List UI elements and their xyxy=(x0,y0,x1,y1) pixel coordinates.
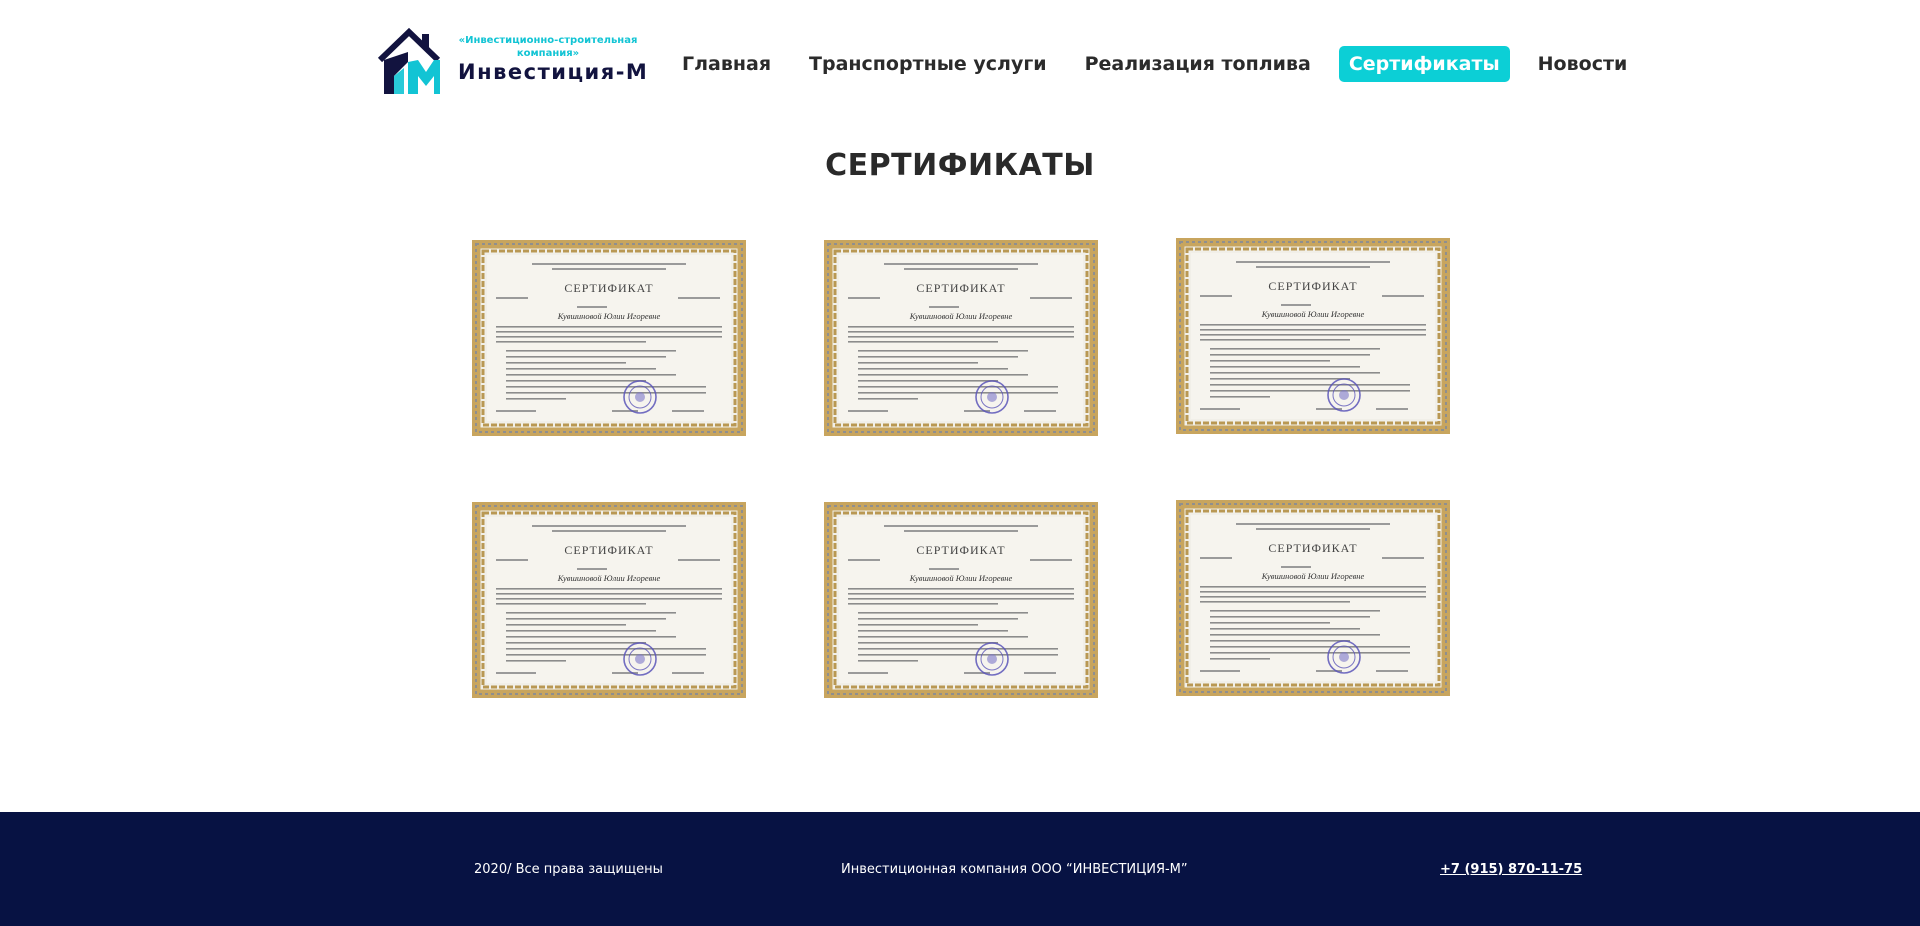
certificate-picture: СЕРТИФИКАТ Кувшиновой Юлии Игоревне xyxy=(472,240,746,436)
logo-subtitle: «Инвестиционно-строительная компания» xyxy=(458,35,638,59)
certificate-picture: СЕРТИФИКАТ Кувшиновой Юлии Игоревне xyxy=(824,240,1098,436)
certificate-heading: СЕРТИФИКАТ xyxy=(1268,541,1357,555)
site-header: «Инвестиционно-строительная компания» Ин… xyxy=(0,0,1920,110)
nav-item-fuel[interactable]: Реализация топлива xyxy=(1075,46,1321,82)
certificate-image[interactable]: СЕРТИФИКАТ Кувшиновой Юлии Игоревне xyxy=(824,240,1098,436)
certificate-image[interactable]: СЕРТИФИКАТ Кувшиновой Юлии Игоревне xyxy=(1176,500,1450,696)
certificate-image[interactable]: СЕРТИФИКАТ Кувшиновой Юлии Игоревне xyxy=(472,502,746,698)
certificate-holder-name: Кувшиновой Юлии Игоревне xyxy=(557,311,661,321)
certificate-holder-name: Кувшиновой Юлии Игоревне xyxy=(1261,571,1365,581)
certificate-holder-name: Кувшиновой Юлии Игоревне xyxy=(1261,309,1365,319)
logo-house-icon xyxy=(378,27,440,94)
nav-item-home[interactable]: Главная xyxy=(672,46,781,82)
certificate-holder-name: Кувшиновой Юлии Игоревне xyxy=(909,311,1013,321)
certificate-holder-name: Кувшиновой Юлии Игоревне xyxy=(557,573,661,583)
logo[interactable]: «Инвестиционно-строительная компания» Ин… xyxy=(378,26,647,98)
certificate-picture: СЕРТИФИКАТ Кувшиновой Юлии Игоревне xyxy=(824,502,1098,698)
footer-company: Инвестиционная компания ООО “ИНВЕСТИЦИЯ-… xyxy=(841,862,1188,877)
nav-item-certificates[interactable]: Сертификаты xyxy=(1338,46,1510,82)
site-footer: 2020/ Все права защищены Инвестиционная … xyxy=(0,812,1920,926)
certificate-picture: СЕРТИФИКАТ Кувшиновой Юлии Игоревне xyxy=(472,502,746,698)
certificate-image[interactable]: СЕРТИФИКАТ Кувшиновой Юлии Игоревне xyxy=(472,240,746,436)
nav-item-transport[interactable]: Транспортные услуги xyxy=(799,46,1057,82)
certificate-image[interactable]: СЕРТИФИКАТ Кувшиновой Юлии Игоревне xyxy=(824,502,1098,698)
certificates-grid: СЕРТИФИКАТ Кувшиновой Юлии Игоревне СЕРТИ… xyxy=(472,238,1450,700)
page-title: СЕРТИФИКАТЫ xyxy=(825,148,1095,183)
certificate-picture: СЕРТИФИКАТ Кувшиновой Юлии Игоревне xyxy=(1176,500,1450,696)
certificate-picture: СЕРТИФИКАТ Кувшиновой Юлии Игоревне xyxy=(1176,238,1450,434)
certificate-heading: СЕРТИФИКАТ xyxy=(1268,279,1357,293)
footer-copyright: 2020/ Все права защищены xyxy=(474,862,663,877)
certificate-image[interactable]: СЕРТИФИКАТ Кувшиновой Юлии Игоревне xyxy=(1176,238,1450,434)
footer-phone-link[interactable]: +7 (915) 870-11-75 xyxy=(1440,862,1582,877)
certificate-heading: СЕРТИФИКАТ xyxy=(916,543,1005,557)
logo-name: Инвестиция-М xyxy=(458,60,649,84)
certificate-heading: СЕРТИФИКАТ xyxy=(916,281,1005,295)
certificate-heading: СЕРТИФИКАТ xyxy=(564,543,653,557)
certificate-heading: СЕРТИФИКАТ xyxy=(564,281,653,295)
certificate-holder-name: Кувшиновой Юлии Игоревне xyxy=(909,573,1013,583)
main-nav: Главная Транспортные услуги Реализация т… xyxy=(672,46,1655,82)
nav-item-news[interactable]: Новости xyxy=(1528,46,1638,82)
